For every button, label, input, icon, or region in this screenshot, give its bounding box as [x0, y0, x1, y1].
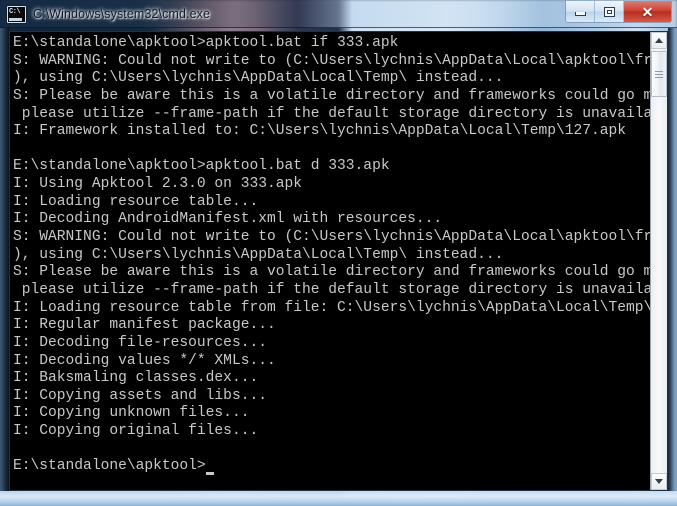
grip-icon — [655, 70, 663, 78]
scrollbar-down-arrow-icon[interactable] — [651, 473, 667, 490]
console-line: S: Please be aware this is a volatile di… — [13, 264, 650, 281]
console-line: please utilize --frame-path if the defau… — [13, 281, 650, 298]
console-line: I: Copying original files... — [13, 423, 259, 440]
close-button[interactable]: ✕ — [624, 1, 671, 22]
console-line: I: Copying unknown files... — [13, 405, 250, 422]
console-cursor — [205, 471, 214, 475]
console-line: S: Please be aware this is a volatile di… — [13, 87, 650, 104]
cmd-icon-bar — [9, 17, 22, 21]
console-output[interactable]: E:\standalone\apktool>apktool.bat if 333… — [10, 32, 650, 490]
console-line: I: Copying assets and libs... — [13, 387, 267, 404]
scrollbar-up-arrow-icon[interactable] — [651, 32, 667, 49]
maximize-icon — [603, 6, 615, 17]
triangle-down-icon — [655, 479, 663, 484]
console-line: S: WARNING: Could not write to (C:\Users… — [13, 52, 650, 69]
window-right-border — [668, 28, 677, 491]
console-line: I: Loading resource table... — [13, 193, 259, 210]
minimize-button[interactable] — [566, 1, 595, 22]
console-line: S: WARNING: Could not write to (C:\Users… — [13, 229, 650, 246]
window-left-border — [0, 28, 9, 491]
console-line: I: Loading resource table from file: C:\… — [13, 299, 650, 316]
scrollbar-track[interactable] — [651, 49, 667, 473]
maximize-button[interactable] — [595, 1, 624, 22]
console-line: please utilize --frame-path if the defau… — [13, 105, 650, 122]
cmd-window: C:\ C:\Windows\system32\cmd.exe ✕ E:\sta… — [0, 0, 677, 506]
console-line: I: Using Apktool 2.3.0 on 333.apk — [13, 176, 303, 193]
console-client-area[interactable]: E:\standalone\apktool>apktool.bat if 333… — [9, 31, 668, 491]
triangle-up-icon — [655, 38, 663, 43]
console-scrollbar[interactable] — [650, 32, 667, 490]
console-line: I: Decoding AndroidManifest.xml with res… — [13, 211, 443, 228]
scrollbar-thumb[interactable] — [651, 51, 667, 97]
cmd-icon-text: C:\ — [9, 7, 21, 16]
console-line: I: Decoding values */* XMLs... — [13, 352, 276, 369]
console-line: I: Baksmaling classes.dex... — [13, 370, 259, 387]
console-line: I: Decoding file-resources... — [13, 334, 267, 351]
window-title: C:\Windows\system32\cmd.exe — [33, 7, 211, 21]
console-prompt: E:\standalone\apktool> — [13, 458, 206, 475]
console-line: I: Regular manifest package... — [13, 317, 276, 334]
window-bottom-border — [0, 491, 677, 506]
console-line: ), using C:\Users\lychnis\AppData\Local\… — [13, 246, 504, 263]
cmd-icon: C:\ — [7, 5, 26, 23]
close-icon: ✕ — [641, 3, 654, 20]
console-line: I: Framework installed to: C:\Users\lych… — [13, 123, 627, 140]
console-line: ), using C:\Users\lychnis\AppData\Local\… — [13, 70, 504, 87]
console-line: E:\standalone\apktool>apktool.bat d 333.… — [13, 158, 390, 175]
minimize-icon — [574, 12, 586, 16]
window-controls: ✕ — [565, 1, 672, 23]
console-prompt-line: E:\standalone\apktool> — [13, 458, 650, 476]
console-line: E:\standalone\apktool>apktool.bat if 333… — [13, 35, 399, 51]
